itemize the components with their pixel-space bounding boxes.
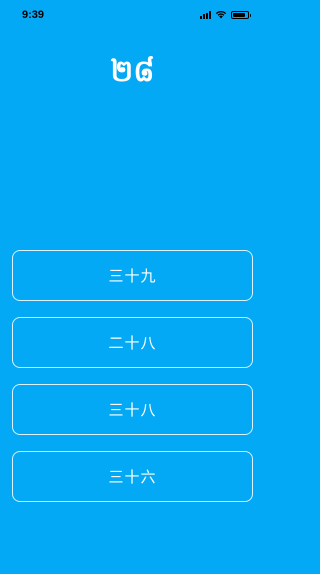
answer-button-3[interactable]: 三十八	[12, 384, 253, 435]
status-bar: 9:39	[0, 0, 265, 30]
status-time: 9:39	[22, 9, 45, 21]
signal-icon	[200, 11, 211, 19]
wifi-icon	[215, 11, 227, 19]
answer-list: 三十九 二十八 三十八 三十六	[12, 250, 253, 518]
status-icons	[200, 10, 251, 19]
answer-button-2[interactable]: 二十八	[12, 317, 253, 368]
answer-button-4[interactable]: 三十六	[12, 451, 253, 502]
battery-fill	[233, 12, 245, 17]
question-text: ២៨	[110, 54, 155, 89]
battery-icon	[231, 10, 251, 19]
answer-button-1[interactable]: 三十九	[12, 250, 253, 301]
